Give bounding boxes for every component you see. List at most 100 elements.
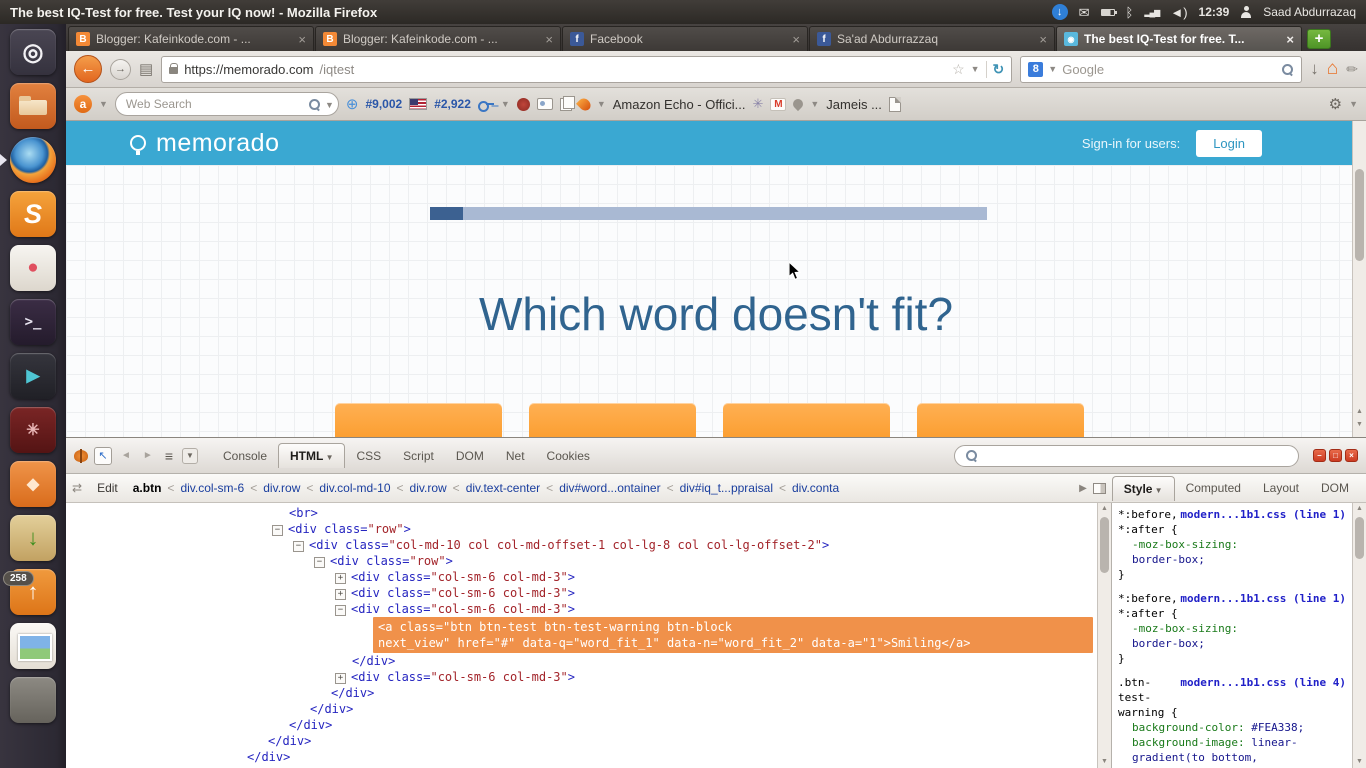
scroll-down-icon[interactable]: ▼ xyxy=(1098,758,1111,765)
media-app-icon[interactable]: ✳ xyxy=(10,407,56,453)
twisty-icon[interactable]: − xyxy=(335,605,346,616)
twisty-icon[interactable]: − xyxy=(314,557,325,568)
breadcrumb-item[interactable]: div#iq_t...ppraisal xyxy=(680,481,773,495)
pin-icon[interactable] xyxy=(791,96,806,112)
tree-node[interactable]: − <div class="col-md-10 col col-md-offset… xyxy=(66,537,1097,553)
tree-node[interactable]: </div> xyxy=(66,733,1097,749)
devtools-selected-node[interactable]: <a class="btn btn-test btn-test-warning … xyxy=(373,617,1093,653)
firebug-tab-dom[interactable]: DOM xyxy=(445,444,495,468)
breadcrumb-item[interactable]: div.row xyxy=(263,481,300,495)
tree-node[interactable]: </div> xyxy=(66,749,1097,765)
scroll-down-icon[interactable]: ▼ xyxy=(1353,421,1366,428)
tree-node[interactable]: − <div class="row"> xyxy=(66,521,1097,537)
tab-close-icon[interactable]: × xyxy=(1039,32,1047,47)
tab-close-icon[interactable]: × xyxy=(298,32,306,47)
breadcrumb-item[interactable]: div.col-md-10 xyxy=(319,481,390,495)
firebug-tab-console[interactable]: Console xyxy=(212,444,278,468)
customize-icon[interactable]: ✏ xyxy=(1346,61,1358,78)
tree-node[interactable]: + <div class="col-sm-6 col-md-3"> xyxy=(66,669,1097,685)
gear-icon[interactable]: ⚙ xyxy=(1329,95,1342,113)
inspect-element-icon[interactable]: ↖ xyxy=(94,446,112,465)
scrollbar-thumb[interactable] xyxy=(1355,517,1364,559)
tab-close-icon[interactable]: × xyxy=(792,32,800,47)
gmail-icon[interactable]: M xyxy=(770,97,787,111)
chevron-down-icon[interactable]: ▼ xyxy=(810,99,819,109)
chevron-down-icon[interactable]: ▼ xyxy=(181,447,198,464)
bookmark-amazon[interactable]: Amazon Echo - Offici... xyxy=(613,97,746,112)
tree-node[interactable]: − <div class="row"> xyxy=(66,553,1097,569)
browser-tab[interactable]: f Facebook × xyxy=(562,26,808,51)
video-editor-icon[interactable]: ▶ xyxy=(10,353,56,399)
forward-icon[interactable]: ► xyxy=(140,450,156,461)
tree-node[interactable]: </div> xyxy=(66,717,1097,733)
download-indicator-icon[interactable]: ↓ xyxy=(1051,4,1068,20)
wand-icon[interactable]: ✳ xyxy=(752,96,763,112)
side-tab-computed[interactable]: Computed xyxy=(1175,476,1252,500)
firebug-minimize-button[interactable]: – xyxy=(1313,449,1326,462)
google-engine-icon[interactable]: 8 xyxy=(1028,61,1044,77)
red-dot-icon[interactable] xyxy=(516,97,530,111)
firebug-tab-script[interactable]: Script xyxy=(392,444,445,468)
terminal-icon[interactable]: >_ xyxy=(10,299,56,345)
flame-icon[interactable] xyxy=(575,95,593,113)
twisty-icon[interactable]: + xyxy=(335,589,346,600)
back-icon[interactable]: ◄ xyxy=(118,450,134,461)
tree-node[interactable]: </div> xyxy=(66,701,1097,717)
twisty-icon[interactable]: − xyxy=(272,525,283,536)
clock[interactable]: 12:39 xyxy=(1199,5,1230,19)
globe-rank-icon[interactable]: ⊕ xyxy=(346,95,359,113)
firefox-icon[interactable] xyxy=(0,137,56,183)
search-icon[interactable] xyxy=(1281,63,1294,76)
firebug-detach-button[interactable]: □ xyxy=(1329,449,1342,462)
twisty-icon[interactable]: + xyxy=(335,673,346,684)
document-icon[interactable] xyxy=(888,96,901,112)
new-tab-button[interactable]: + xyxy=(1307,29,1331,49)
style-scrollbar[interactable]: ▲ ▼ xyxy=(1352,503,1366,768)
browser-tab[interactable]: B Blogger: Kafeinkode.com - ... × xyxy=(68,26,314,51)
back-button[interactable]: ← xyxy=(74,55,102,83)
edit-button[interactable]: Edit xyxy=(88,478,127,498)
twisty-icon[interactable]: + xyxy=(335,573,346,584)
side-tab-dom[interactable]: DOM xyxy=(1310,476,1360,500)
list-icon[interactable]: ≡ xyxy=(162,448,176,464)
tree-node[interactable]: − <div class="col-sm-6 col-md-3"> xyxy=(66,601,1097,617)
bluetooth-icon[interactable]: ᛒ xyxy=(1126,6,1134,19)
photo-manager-icon[interactable]: S xyxy=(10,191,56,237)
volume-icon[interactable]: ◄) xyxy=(1170,6,1187,19)
bookmark-star-icon[interactable]: ☆ xyxy=(952,61,965,78)
answer-button-2[interactable] xyxy=(529,403,696,437)
firebug-options-icon[interactable]: ⇄ xyxy=(72,481,82,495)
home-icon[interactable]: ⌂ xyxy=(1327,58,1338,80)
tree-node[interactable]: <br> xyxy=(66,505,1097,521)
scrollbar-thumb[interactable] xyxy=(1100,517,1109,573)
link-key-icon[interactable] xyxy=(477,99,494,112)
breadcrumb-item[interactable]: div#word...ontainer xyxy=(559,481,660,495)
reload-icon[interactable]: ↻ xyxy=(993,61,1005,78)
chevron-down-icon[interactable]: ▼ xyxy=(325,100,334,110)
engine-dropdown-icon[interactable]: ▼ xyxy=(1048,64,1057,74)
url-dropdown-icon[interactable]: ▼ xyxy=(971,64,980,74)
scroll-down-icon[interactable]: ▼ xyxy=(1353,758,1366,765)
css-file-link[interactable]: modern...1b1.css (line 4) xyxy=(1180,675,1346,690)
search-icon[interactable] xyxy=(308,98,321,111)
firebug-close-button[interactable]: × xyxy=(1345,449,1358,462)
breadcrumb-item[interactable]: div.text-center xyxy=(466,481,540,495)
downloads-icon[interactable]: ↓ xyxy=(1310,59,1319,79)
breadcrumb-item[interactable]: div.col-sm-6 xyxy=(180,481,244,495)
page-scrollbar[interactable]: ▲ ▼ xyxy=(1352,121,1366,437)
scroll-up-icon[interactable]: ▲ xyxy=(1353,505,1366,512)
css-file-link[interactable]: modern...1b1.css (line 1) xyxy=(1180,507,1346,522)
url-bar[interactable]: https://memorado.com /iqtest ☆ ▼ ↻ xyxy=(161,55,1013,83)
browser-tab[interactable]: ◉ The best IQ-Test for free. T... × xyxy=(1056,26,1302,51)
firebug-tab-net[interactable]: Net xyxy=(495,444,536,468)
breadcrumb-item[interactable]: a.btn xyxy=(133,481,162,495)
downloads-folder-icon[interactable]: ↓ xyxy=(10,515,56,561)
tab-close-icon[interactable]: × xyxy=(545,32,553,47)
side-tab-style[interactable]: Style ▼ xyxy=(1111,475,1175,501)
tree-node[interactable]: + <div class="col-sm-6 col-md-3"> xyxy=(66,585,1097,601)
breadcrumb-item[interactable]: div.conta xyxy=(792,481,839,495)
answer-button-1[interactable] xyxy=(335,403,502,437)
session-user-name[interactable]: Saad Abdurrazaq xyxy=(1263,5,1356,19)
avast-icon[interactable]: a xyxy=(74,95,92,113)
contact-card-icon[interactable] xyxy=(536,98,553,110)
